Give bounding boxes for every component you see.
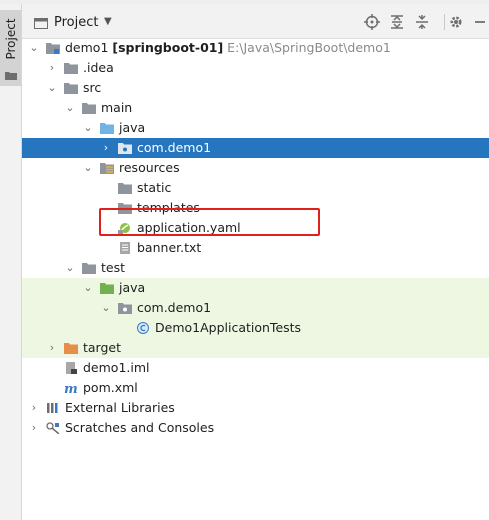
chevron-down-icon[interactable]: ⌄ [28,42,40,54]
settings-gear-icon[interactable] [448,14,464,30]
tree-node-resources[interactable]: ⌄ resources [22,158,489,178]
libraries-icon [46,402,60,414]
tree-node-banner-txt[interactable]: banner.txt [22,238,489,258]
tree-label: pom.xml [83,380,138,395]
root-module: [springboot-01] [112,40,224,55]
tree-label: static [137,180,172,195]
folder-icon [82,262,96,274]
tree-label: java [119,280,146,295]
text-file-icon [118,242,132,254]
tree-node-main[interactable]: ⌄ main [22,98,489,118]
tree-node-main-java[interactable]: ⌄ java [22,118,489,138]
project-tool-tab[interactable]: Project [0,10,21,86]
java-class-icon [136,322,150,334]
excluded-folder-icon [64,342,78,354]
chevron-down-icon[interactable]: ⌄ [82,162,94,174]
locate-icon[interactable] [364,14,380,30]
tree-label: Scratches and Consoles [65,420,215,435]
tree-label: .idea [83,60,114,75]
tree-label: main [101,100,133,115]
tree-label: resources [119,160,180,175]
project-folder-icon [34,17,48,29]
project-tool-tab-label: Project [4,18,18,60]
tree-node-static[interactable]: static [22,178,489,198]
tree-node-idea[interactable]: › .idea [22,58,489,78]
module-file-icon [64,362,78,374]
tool-window-strip: Project [0,4,22,520]
chevron-down-icon[interactable]: ⌄ [82,122,94,134]
tree-node-scratches[interactable]: › Scratches and Consoles [22,418,489,438]
tree-label: banner.txt [137,240,202,255]
package-icon [118,302,132,314]
folder-icon [118,182,132,194]
tree-label: demo1.iml [83,360,150,375]
view-dropdown-icon[interactable]: ▼ [104,16,112,27]
tree-node-demo1-iml[interactable]: demo1.iml [22,358,489,378]
folder-icon [5,68,17,80]
highlight-box [99,208,320,236]
folder-icon [64,62,78,74]
maven-icon: m [64,382,78,394]
chevron-right-icon[interactable]: › [46,62,58,74]
tree-label: target [83,340,122,355]
tree-node-com-demo1-test[interactable]: ⌄ com.demo1 [22,298,489,318]
chevron-right-icon[interactable]: › [46,342,58,354]
resources-folder-icon [100,162,114,174]
tree-label: com.demo1 [137,140,212,155]
expand-all-icon[interactable] [389,14,405,30]
folder-icon [82,102,96,114]
collapse-all-icon[interactable] [414,14,430,30]
chevron-down-icon[interactable]: ⌄ [46,82,58,94]
chevron-down-icon[interactable]: ⌄ [82,282,94,294]
package-icon [118,142,132,154]
svg-text:m: m [64,382,78,394]
folder-icon [64,82,78,94]
tree-label: test [101,260,126,275]
tree-node-test-java[interactable]: ⌄ java [22,278,489,298]
tree-node-target[interactable]: › target [22,338,489,358]
project-header: Project ▼ [22,4,489,39]
tree-label: Demo1ApplicationTests [155,320,302,335]
test-folder-icon [100,282,114,294]
tree-label: src [83,80,102,95]
root-path: E:\Java\SpringBoot\demo1 [227,40,391,55]
chevron-right-icon[interactable]: › [100,142,112,154]
chevron-right-icon[interactable]: › [28,422,40,434]
module-folder-icon [46,42,60,54]
toolbar-separator [444,14,445,30]
tree-label: com.demo1 [137,300,212,315]
chevron-down-icon[interactable]: ⌄ [100,302,112,314]
chevron-right-icon[interactable]: › [28,402,40,414]
tree-node-pom-xml[interactable]: m pom.xml [22,378,489,398]
root-name: demo1 [65,40,109,55]
scratches-icon [46,422,60,434]
tree-node-src[interactable]: ⌄ src [22,78,489,98]
tree-node-demo1-application-tests[interactable]: Demo1ApplicationTests [22,318,489,338]
tree-label: java [119,120,146,135]
hide-minus-icon[interactable] [472,14,488,30]
chevron-down-icon[interactable]: ⌄ [64,262,76,274]
tree-label: External Libraries [65,400,175,415]
tree-node-demo1[interactable]: ⌄ demo1 [springboot-01] E:\Java\SpringBo… [22,38,489,58]
project-tree: ⌄ demo1 [springboot-01] E:\Java\SpringBo… [22,38,489,520]
chevron-down-icon[interactable]: ⌄ [64,102,76,114]
source-folder-icon [100,122,114,134]
project-view-title: Project [54,15,99,30]
tree-node-external-libraries[interactable]: › External Libraries [22,398,489,418]
tree-node-com-demo1-main[interactable]: › com.demo1 [22,138,489,158]
tree-node-test[interactable]: ⌄ test [22,258,489,278]
